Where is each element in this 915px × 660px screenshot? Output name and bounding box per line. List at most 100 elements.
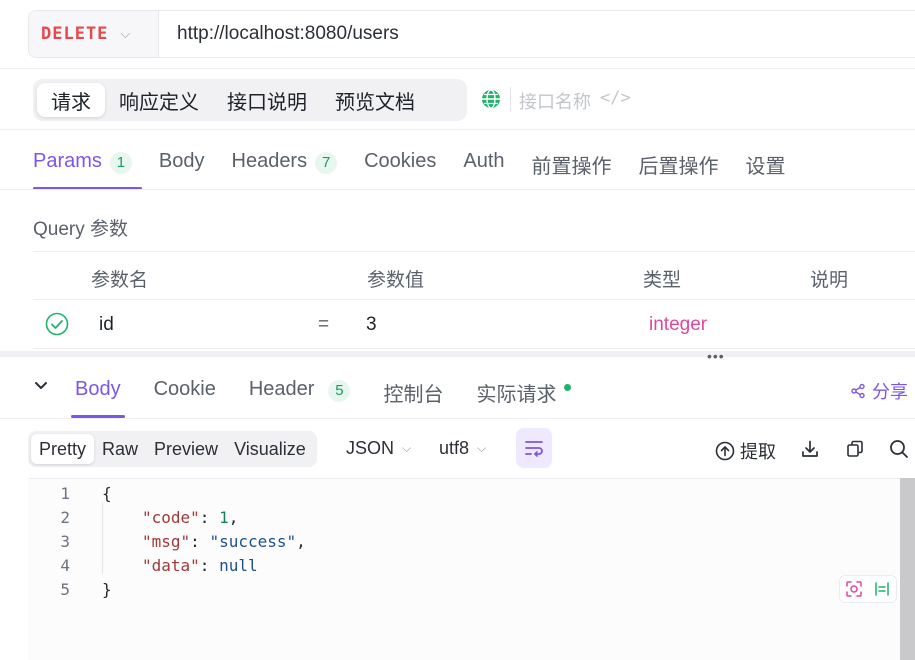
tab-label: 设置 xyxy=(745,156,786,178)
request-tab[interactable]: 设置 xyxy=(746,140,786,190)
response-tab[interactable]: Body xyxy=(71,368,125,418)
mode-tab[interactable]: 预览文档 xyxy=(321,83,429,117)
equals-sign: = xyxy=(318,314,330,335)
response-body-editor[interactable]: 1 { 2 "code": 1, 3 "msg": "success", 4 "… xyxy=(28,478,915,660)
download-icon xyxy=(802,440,818,457)
param-value[interactable]: 3 xyxy=(366,314,377,336)
response-tab[interactable]: 实际请求 xyxy=(476,368,572,418)
code-line: 1 { xyxy=(28,481,112,505)
request-tab[interactable]: 后置操作 xyxy=(639,140,719,190)
globe-icon[interactable] xyxy=(480,88,502,110)
word-wrap-button[interactable] xyxy=(516,428,552,468)
param-type[interactable]: integer xyxy=(649,314,707,336)
chevron-down-icon: ⌵ xyxy=(402,441,412,455)
chevron-down-icon[interactable] xyxy=(33,378,49,394)
param-name[interactable]: id xyxy=(99,314,114,336)
json-key: "code" xyxy=(142,507,200,527)
panel-splitter[interactable] xyxy=(0,351,915,357)
column-header: 参数名 xyxy=(91,270,149,291)
method-label: DELETE xyxy=(41,24,109,44)
json-value: "success" xyxy=(209,531,297,551)
mode-tab[interactable]: 请求 xyxy=(37,83,105,117)
encoding-value: utf8 xyxy=(439,438,470,458)
json-value: 1 xyxy=(219,507,229,527)
status-dot xyxy=(564,384,572,391)
wrap-lines-icon xyxy=(525,441,543,457)
response-format-select[interactable]: JSON ⌵ xyxy=(346,438,411,459)
checkbox-checked-icon[interactable] xyxy=(45,312,69,336)
code-icon[interactable]: </> xyxy=(600,88,631,108)
column-header: 参数值 xyxy=(367,270,425,291)
request-tab[interactable]: Params 1 xyxy=(33,140,142,190)
tab-label: 实际请求 xyxy=(476,384,557,406)
url-input[interactable]: http://localhost:8080/users xyxy=(177,23,399,45)
copy-button[interactable] xyxy=(845,439,865,459)
focus-scan-icon[interactable] xyxy=(845,580,863,598)
chevron-down-icon: ⌵ xyxy=(120,26,131,41)
response-format-tabs: Pretty Raw Preview Visualize xyxy=(28,431,317,467)
mode-tab[interactable]: 响应定义 xyxy=(105,83,213,117)
tab-label: 控制台 xyxy=(383,384,444,406)
api-name-input[interactable]: 接口名称 xyxy=(519,88,591,114)
arrow-up-circle-icon xyxy=(715,441,735,461)
response-tab[interactable]: Header 5 xyxy=(249,368,351,418)
json-key: "data" xyxy=(142,555,200,575)
search-button[interactable] xyxy=(889,439,909,459)
response-tab[interactable]: 控制台 xyxy=(383,368,443,418)
count-badge: 5 xyxy=(328,380,351,402)
count-badge: 7 xyxy=(315,152,338,174)
code-text: } xyxy=(102,579,112,599)
json-comma: , xyxy=(228,507,239,527)
divider xyxy=(0,68,915,69)
share-label: 分享 xyxy=(872,382,908,402)
format-tab[interactable]: Visualize xyxy=(226,434,314,464)
search-icon xyxy=(890,440,908,458)
request-tab[interactable]: 前置操作 xyxy=(532,140,612,190)
share-icon xyxy=(851,383,865,399)
request-tab[interactable]: Auth xyxy=(463,140,504,190)
code-text: { xyxy=(102,483,112,503)
request-tab[interactable]: Cookies xyxy=(364,140,436,190)
request-tabs: Params 1 Body Headers 7 Cookies Auth 前置操作 后置操作 设置 xyxy=(33,140,813,190)
divider xyxy=(510,87,511,111)
drag-handle-icon[interactable]: ••• xyxy=(707,348,725,364)
divider xyxy=(0,129,915,130)
params-table-header: 参数名 参数值 类型 说明 xyxy=(33,251,915,300)
align-icon[interactable] xyxy=(873,580,891,598)
method-select[interactable]: DELETE ⌵ xyxy=(29,11,159,57)
tab-label: Cookie xyxy=(153,378,216,400)
line-number: 3 xyxy=(60,531,70,551)
mode-tab[interactable]: 接口说明 xyxy=(213,83,321,117)
tab-label: Body xyxy=(158,150,205,172)
editor-mini-toolbar xyxy=(839,575,897,603)
tab-label: Body xyxy=(75,378,121,400)
code-line: 3 "msg": "success", xyxy=(28,529,306,553)
url-bar: DELETE ⌵ http://localhost:8080/users xyxy=(28,10,915,58)
tab-label: Auth xyxy=(463,150,505,172)
tab-label: Params xyxy=(33,150,102,172)
json-comma: , xyxy=(296,531,306,551)
request-tab[interactable]: Headers 7 xyxy=(232,140,338,190)
download-button[interactable] xyxy=(800,439,820,459)
tab-label: 后置操作 xyxy=(638,156,719,178)
format-tab[interactable]: Pretty xyxy=(31,434,95,464)
format-tab[interactable]: Preview xyxy=(146,434,226,464)
share-button[interactable]: 分享 xyxy=(850,378,908,404)
format-tab[interactable]: Raw xyxy=(94,434,146,464)
encoding-select[interactable]: utf8 ⌵ xyxy=(439,438,486,459)
code-line: 5 } xyxy=(28,577,112,601)
request-tab[interactable]: Body xyxy=(159,140,205,190)
line-number: 1 xyxy=(60,483,70,503)
tab-label: Header xyxy=(248,378,315,400)
copy-icon xyxy=(847,440,863,457)
scrollbar[interactable] xyxy=(900,478,915,660)
json-value: null xyxy=(219,555,258,575)
response-tab[interactable]: Cookie xyxy=(154,368,216,418)
tab-label: Headers xyxy=(231,150,308,172)
count-badge: 1 xyxy=(109,152,132,174)
response-tabs: Body Cookie Header 5 控制台 实际请求 xyxy=(71,368,604,418)
table-row: id = 3 integer xyxy=(33,300,915,349)
extract-button[interactable]: 提取 xyxy=(715,438,776,464)
line-number: 5 xyxy=(60,579,70,599)
tab-label: 前置操作 xyxy=(531,156,612,178)
